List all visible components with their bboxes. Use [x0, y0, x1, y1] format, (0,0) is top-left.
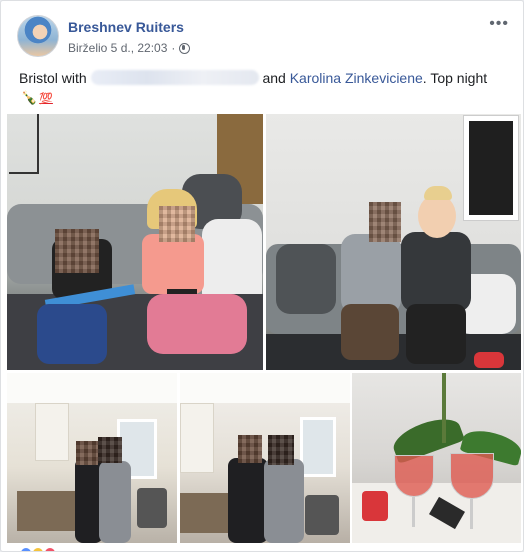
blurred-face-2 — [159, 206, 195, 242]
photo-2[interactable] — [266, 114, 521, 370]
child-1-legs — [37, 304, 107, 364]
cabinet — [35, 403, 69, 461]
hundred-points-emoji-icon: 💯 — [39, 93, 53, 105]
glass-2-stem — [470, 499, 473, 529]
man-2 — [264, 459, 304, 543]
woman-2-top — [401, 232, 471, 312]
photo-5[interactable] — [352, 373, 521, 543]
photo-4[interactable] — [180, 373, 350, 543]
more-options-button[interactable]: ••• — [489, 15, 509, 33]
meta-separator: · — [171, 41, 176, 55]
man-2 — [99, 461, 131, 543]
globe-icon[interactable] — [179, 42, 191, 54]
pillow-left — [276, 244, 336, 314]
wall-frame — [9, 114, 39, 174]
bottle-emoji-icon: 🍾 — [21, 90, 38, 105]
woman-1-legs — [341, 304, 399, 360]
window — [300, 417, 336, 477]
photo-3[interactable] — [7, 373, 177, 543]
author-name[interactable]: Breshnev Ruiters — [68, 19, 184, 35]
woman-2-hair — [424, 186, 452, 200]
reactions-summary[interactable] — [19, 546, 79, 551]
post-header: Breshnev Ruiters Birželio 5 d., 22:03 · … — [1, 1, 523, 61]
timestamp[interactable]: Birželio 5 d., 22:03 — [68, 41, 167, 55]
chair — [137, 488, 167, 528]
blurred-face-7 — [268, 435, 294, 465]
woman-1-top — [341, 234, 401, 314]
text-and: and — [262, 70, 286, 86]
love-icon — [43, 546, 57, 551]
photo-1[interactable] — [7, 114, 263, 370]
glass-2 — [450, 453, 494, 499]
tagged-person-link[interactable]: Karolina Zinkeviciene — [290, 70, 423, 86]
woman-2-legs — [406, 304, 466, 364]
man-1 — [228, 458, 268, 543]
text-prefix: Bristol with — [19, 70, 87, 86]
red-object — [474, 352, 504, 368]
blurred-face-1 — [55, 229, 99, 273]
cabinet — [180, 403, 214, 473]
blurred-face-6 — [238, 435, 262, 463]
blurred-face-4 — [76, 441, 98, 465]
ceiling — [180, 373, 350, 403]
avatar[interactable] — [17, 15, 59, 57]
ceiling — [7, 373, 177, 403]
blurred-face-3 — [369, 202, 401, 242]
post-card: Breshnev Ruiters Birželio 5 d., 22:03 · … — [0, 0, 524, 552]
plant-stem — [442, 373, 446, 443]
blurred-face-5 — [98, 437, 122, 463]
text-suffix: . Top night — [422, 70, 488, 86]
wall-picture — [463, 115, 519, 221]
blurred-tag[interactable] — [90, 70, 259, 85]
post-meta: Birželio 5 d., 22:03 · — [68, 41, 191, 55]
glass-1 — [394, 455, 434, 497]
woman-2-face — [418, 194, 456, 238]
child-2-legs — [147, 294, 247, 354]
glass-1-stem — [412, 497, 415, 527]
child-2-shirt — [142, 234, 204, 294]
red-cup — [362, 491, 388, 521]
post-text: Bristol with and Karolina Zinkeviciene. … — [19, 69, 509, 109]
chair — [305, 495, 339, 535]
